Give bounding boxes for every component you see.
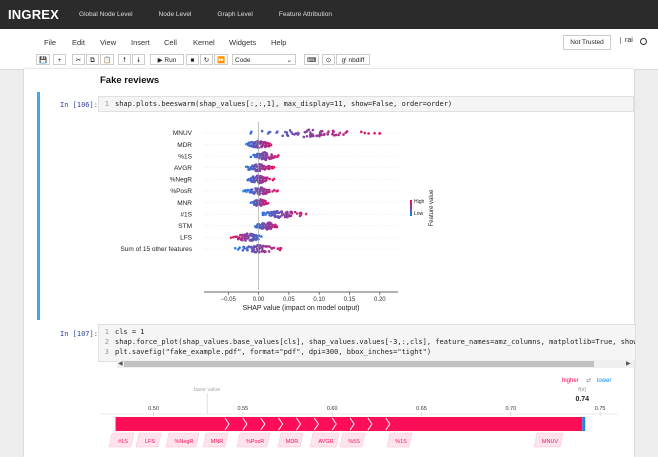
kernel-status-icon <box>640 38 647 45</box>
menu-widgets[interactable]: Widgets <box>229 38 256 47</box>
telemetry-icon[interactable]: ⊙ <box>322 54 335 65</box>
selected-code-cell[interactable] <box>37 92 636 320</box>
nbdiff-label: nbdiff <box>348 57 365 64</box>
cell-type-value: Code <box>235 57 251 64</box>
move-up-icon[interactable]: 🠕 <box>118 54 131 65</box>
interrupt-icon[interactable]: ■ <box>186 54 199 65</box>
restart-icon[interactable]: ↻ <box>200 54 213 65</box>
nav-link-graph-level[interactable]: Graph Level <box>217 11 252 18</box>
git-icon: gᵗ <box>341 57 347 64</box>
copy-icon[interactable]: ⧉ <box>86 54 99 65</box>
code-editor[interactable]: 1 shap.plots.beeswarm(shap_values[:,:,1],… <box>98 96 634 112</box>
menu-help[interactable]: Help <box>271 38 286 47</box>
run-button[interactable]: ▶ Run <box>150 54 184 65</box>
menu-kernel[interactable]: Kernel <box>193 38 215 47</box>
menu-view[interactable]: View <box>100 38 116 47</box>
code-line: 3 plt.savefig("fake_example.pdf", format=… <box>104 348 432 356</box>
jupyter-menubar: File Edit View Insert Cell Kernel Widget… <box>0 29 658 51</box>
markdown-heading: Fake reviews <box>100 75 160 86</box>
not-trusted-button[interactable]: Not Trusted <box>563 35 611 50</box>
add-cell-icon[interactable]: + <box>53 54 66 65</box>
menu-file[interactable]: File <box>44 38 56 47</box>
notebook-toolbar: 💾 + ✂ ⧉ 📋 🠕 🠗 ▶ Run ■ ↻ ⏩ Code ⌄ ⌨ ⊙ gᵗ n… <box>0 51 658 70</box>
cell-prompt: In [107]: <box>60 330 98 338</box>
code-line: 2 shap.force_plot(shap_values.base_values… <box>104 338 636 346</box>
kernel-name: rai <box>620 37 633 44</box>
cell-type-select[interactable]: Code ⌄ <box>232 54 296 65</box>
code-line: 1 cls = 1 <box>104 328 145 336</box>
scrollbar-thumb[interactable] <box>124 361 594 367</box>
scroll-right-icon[interactable]: ▶ <box>626 360 631 367</box>
paste-icon[interactable]: 📋 <box>100 54 115 65</box>
scroll-left-icon[interactable]: ◀ <box>118 360 123 367</box>
cut-icon[interactable]: ✂ <box>72 54 85 65</box>
move-down-icon[interactable]: 🠗 <box>132 54 145 65</box>
brand-logo[interactable]: INGREX <box>8 7 59 22</box>
nbdiff-button[interactable]: gᵗ nbdiff <box>336 54 370 65</box>
nav-link-node-level[interactable]: Node Level <box>159 11 192 18</box>
code-line: shap.plots.beeswarm(shap_values[:,:,1], … <box>115 100 453 108</box>
nav-link-global-node-level[interactable]: Global Node Level <box>79 11 132 18</box>
keyboard-icon[interactable]: ⌨ <box>304 54 320 65</box>
top-navigation-bar: INGREX Global Node Level Node Level Grap… <box>0 0 658 29</box>
cell-prompt: In [106]: <box>60 101 98 109</box>
save-icon[interactable]: 💾 <box>36 54 51 65</box>
code-editor[interactable]: 1 cls = 1 2 shap.force_plot(shap_values.bas… <box>98 324 636 362</box>
nav-link-feature-attribution[interactable]: Feature Attribution <box>279 11 332 18</box>
menu-cell[interactable]: Cell <box>164 38 177 47</box>
chevron-down-icon: ⌄ <box>286 57 292 64</box>
menu-edit[interactable]: Edit <box>72 38 85 47</box>
restart-run-all-icon[interactable]: ⏩ <box>214 54 229 65</box>
menu-insert[interactable]: Insert <box>131 38 150 47</box>
